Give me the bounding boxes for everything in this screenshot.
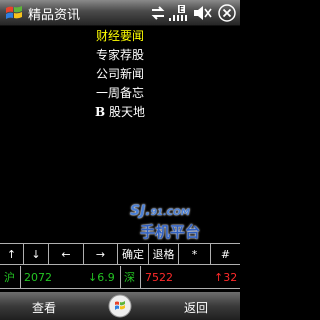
- watermark-sub: 91.COM: [150, 208, 190, 218]
- windows-start-icon[interactable]: [4, 3, 24, 23]
- signal-e-icon[interactable]: E: [168, 4, 188, 22]
- watermark-platform: 手机平台: [140, 223, 201, 241]
- app-title: 精品资讯: [28, 8, 81, 23]
- menu-item-bold-prefix: B: [95, 105, 106, 119]
- down-arrow-button[interactable]: ↓: [24, 244, 49, 265]
- menu-item-label: 公司新闻: [95, 67, 144, 81]
- volume-muted-icon[interactable]: [192, 4, 212, 22]
- shenzhen-index-change: ↑32: [214, 271, 238, 284]
- softkey-bar: 查看 返回: [0, 292, 240, 320]
- windows-keyboard-icon[interactable]: [108, 294, 132, 318]
- menu-item-expert-picks[interactable]: 专家荐股: [0, 46, 240, 65]
- watermark-main: SJ.: [130, 203, 151, 219]
- menu-item-label: 一周备忘: [95, 86, 144, 100]
- key-button-strip: ↑ ↓ ← → 确定 退格 * #: [0, 243, 240, 265]
- menu-item-weekly-memo[interactable]: 一周备忘: [0, 84, 240, 103]
- close-icon[interactable]: [218, 4, 236, 22]
- index-quote-bar: 沪 2072 ↓6.9 深 7522 ↑32: [0, 266, 240, 289]
- menu-item-label: 股天地: [105, 105, 145, 119]
- menu-item-b-shares[interactable]: B 股天地: [0, 103, 240, 122]
- shanghai-label: 沪: [4, 271, 15, 284]
- menu-item-company-news[interactable]: 公司新闻: [0, 65, 240, 84]
- backspace-button[interactable]: 退格: [149, 244, 179, 265]
- up-arrow-button[interactable]: ↑: [0, 244, 24, 265]
- view-softkey[interactable]: 查看: [32, 299, 56, 316]
- svg-text:E: E: [179, 5, 184, 14]
- shenzhen-index-value: 7522: [140, 266, 173, 289]
- hash-button[interactable]: #: [211, 244, 240, 265]
- connectivity-icon[interactable]: [150, 4, 166, 22]
- shanghai-index-change: ↓6.9: [88, 271, 115, 284]
- star-button[interactable]: *: [179, 244, 211, 265]
- news-menu: 财经要闻 专家荐股 公司新闻 一周备忘 B 股天地: [0, 27, 240, 122]
- shanghai-index-value: 2072: [20, 266, 52, 289]
- confirm-button[interactable]: 确定: [118, 244, 149, 265]
- watermark-logo-text: SJ.91.COM: [130, 203, 190, 219]
- right-arrow-button[interactable]: →: [84, 244, 118, 265]
- menu-item-label: 财经要闻: [95, 29, 144, 43]
- menu-item-finance-news[interactable]: 财经要闻: [0, 27, 240, 46]
- title-bar: 精品资讯 E: [0, 0, 240, 26]
- back-softkey[interactable]: 返回: [184, 299, 208, 316]
- left-arrow-button[interactable]: ←: [49, 244, 84, 265]
- menu-item-label: 专家荐股: [95, 48, 144, 62]
- shenzhen-label: 深: [120, 266, 135, 289]
